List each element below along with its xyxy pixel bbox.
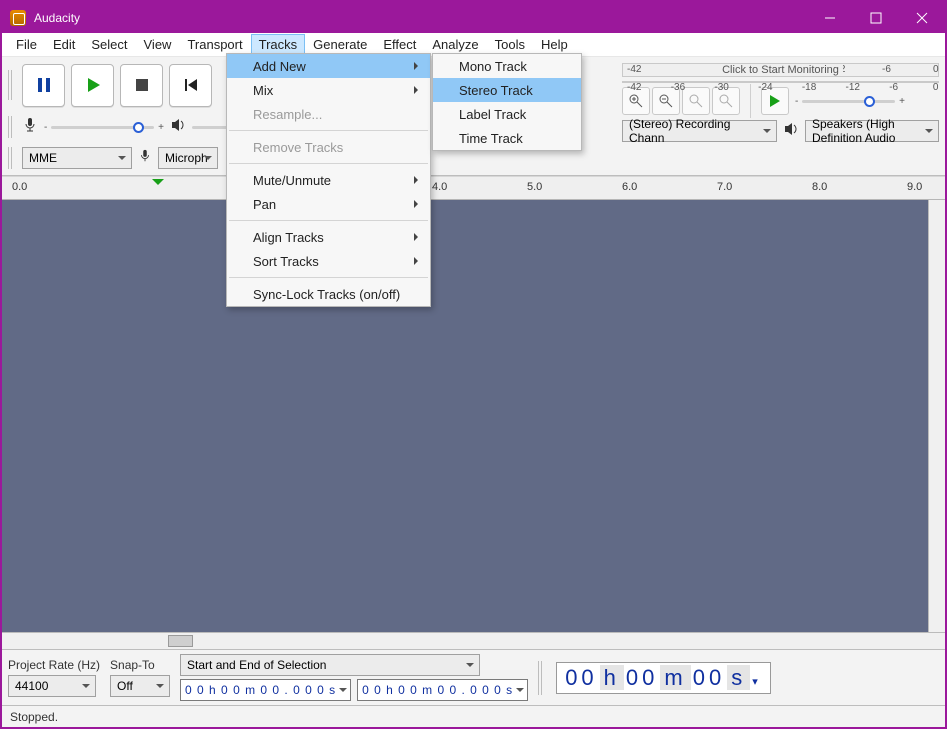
app-window: Audacity File Edit Select View Transport…: [0, 0, 947, 729]
status-bar: Stopped.: [2, 705, 945, 727]
menu-tools[interactable]: Tools: [487, 34, 533, 55]
window-title: Audacity: [34, 11, 80, 25]
toolbar-grip[interactable]: [8, 116, 14, 138]
speaker-icon: [783, 121, 799, 142]
playback-device-select[interactable]: Speakers (High Definition Audio: [805, 120, 939, 142]
selection-toolbar: Project Rate (Hz) 44100 Snap-To Off Star…: [2, 649, 945, 705]
timeline-tick-label: 0.0: [12, 181, 27, 193]
recording-volume-slider[interactable]: -+: [44, 122, 164, 133]
tracks-menu-remove[interactable]: Remove Tracks: [227, 135, 430, 159]
timeline-tick-label: 9.0: [907, 181, 922, 193]
snap-to-label: Snap-To: [110, 658, 170, 672]
menu-effect[interactable]: Effect: [375, 34, 424, 55]
tracks-menu-mix[interactable]: Mix: [227, 78, 430, 102]
menu-view[interactable]: View: [136, 34, 180, 55]
snap-to-select[interactable]: Off: [110, 675, 170, 697]
recording-device-value: Microph: [165, 151, 208, 165]
selection-end-field[interactable]: 0 0 h 0 0 m 0 0 . 0 0 0 s: [357, 679, 528, 701]
menu-transport[interactable]: Transport: [179, 34, 250, 55]
maximize-button[interactable]: [853, 2, 899, 33]
selection-format-select[interactable]: Start and End of Selection: [180, 654, 480, 676]
close-button[interactable]: [899, 2, 945, 33]
add-label-track[interactable]: Label Track: [433, 102, 581, 126]
recording-device-select[interactable]: Microph: [158, 147, 218, 169]
project-rate-select[interactable]: 44100: [8, 675, 96, 697]
add-time-track[interactable]: Time Track: [433, 126, 581, 150]
playback-device-value: Speakers (High Definition Audio: [812, 117, 920, 145]
timeline-ruler[interactable]: - 1.00.04.05.06.07.08.09.0: [2, 176, 945, 200]
audio-host-select[interactable]: MME: [22, 147, 132, 169]
tracks-panel[interactable]: [2, 200, 945, 632]
audio-position-display[interactable]: 00h00m00s▾: [556, 662, 771, 694]
mic-icon: [22, 117, 38, 138]
timeline-tick-label: 7.0: [717, 181, 732, 193]
recording-meter[interactable]: -42-18-12-60 Click to Start Monitoring: [622, 63, 939, 77]
menu-tracks[interactable]: Tracks: [251, 34, 306, 55]
menu-analyze[interactable]: Analyze: [424, 34, 486, 55]
title-bar: Audacity: [2, 2, 945, 33]
menu-file[interactable]: File: [8, 34, 45, 55]
add-new-submenu: Mono Track Stereo Track Label Track Time…: [432, 53, 582, 151]
playhead-icon: [152, 179, 164, 191]
playback-speed-slider[interactable]: -+: [795, 96, 905, 107]
recording-channels-select[interactable]: (Stereo) Recording Chann: [622, 120, 777, 142]
app-icon: [10, 10, 26, 26]
tracks-menu-synclock[interactable]: Sync-Lock Tracks (on/off): [227, 282, 430, 306]
tracks-menu-add-new[interactable]: Add New: [227, 54, 430, 78]
fit-selection-button[interactable]: [682, 87, 710, 115]
play-button[interactable]: [71, 64, 114, 107]
recording-meter-hint: Click to Start Monitoring: [718, 64, 843, 76]
mic-icon: [138, 149, 152, 168]
tracks-menu-sort[interactable]: Sort Tracks: [227, 249, 430, 273]
stop-button[interactable]: [120, 64, 163, 107]
add-mono-track[interactable]: Mono Track: [433, 54, 581, 78]
timeline-tick-label: 5.0: [527, 181, 542, 193]
playback-meter[interactable]: -42-36-30-24-18-12-60: [622, 81, 939, 83]
horizontal-scrollbar[interactable]: [2, 632, 945, 649]
toolbar-grip[interactable]: [538, 661, 544, 695]
recording-channels-value: (Stereo) Recording Chann: [629, 117, 758, 145]
tracks-menu-mute[interactable]: Mute/Unmute: [227, 168, 430, 192]
project-rate-label: Project Rate (Hz): [8, 658, 100, 672]
tracks-menu: Add New Mix Resample... Remove Tracks Mu…: [226, 53, 431, 307]
toolbar-area: -+ MME Microph -42-18-12-60 Click to Sta…: [2, 57, 945, 176]
speaker-icon: [170, 117, 186, 138]
timeline-tick-label: 4.0: [432, 181, 447, 193]
menu-help[interactable]: Help: [533, 34, 576, 55]
tracks-menu-resample[interactable]: Resample...: [227, 102, 430, 126]
tracks-menu-pan[interactable]: Pan: [227, 192, 430, 216]
toolbar-grip[interactable]: [8, 147, 14, 169]
timeline-tick-label: 6.0: [622, 181, 637, 193]
toolbar-grip[interactable]: [8, 70, 14, 100]
selection-start-field[interactable]: 0 0 h 0 0 m 0 0 . 0 0 0 s: [180, 679, 351, 701]
menu-edit[interactable]: Edit: [45, 34, 83, 55]
tracks-menu-align[interactable]: Align Tracks: [227, 225, 430, 249]
menu-generate[interactable]: Generate: [305, 34, 375, 55]
minimize-button[interactable]: [807, 2, 853, 33]
menu-select[interactable]: Select: [83, 34, 135, 55]
vertical-scrollbar[interactable]: [928, 200, 945, 632]
skip-start-button[interactable]: [169, 64, 212, 107]
audio-host-value: MME: [29, 151, 57, 165]
status-text: Stopped.: [10, 710, 58, 724]
timeline-tick-label: 8.0: [812, 181, 827, 193]
add-stereo-track[interactable]: Stereo Track: [433, 78, 581, 102]
pause-button[interactable]: [22, 64, 65, 107]
